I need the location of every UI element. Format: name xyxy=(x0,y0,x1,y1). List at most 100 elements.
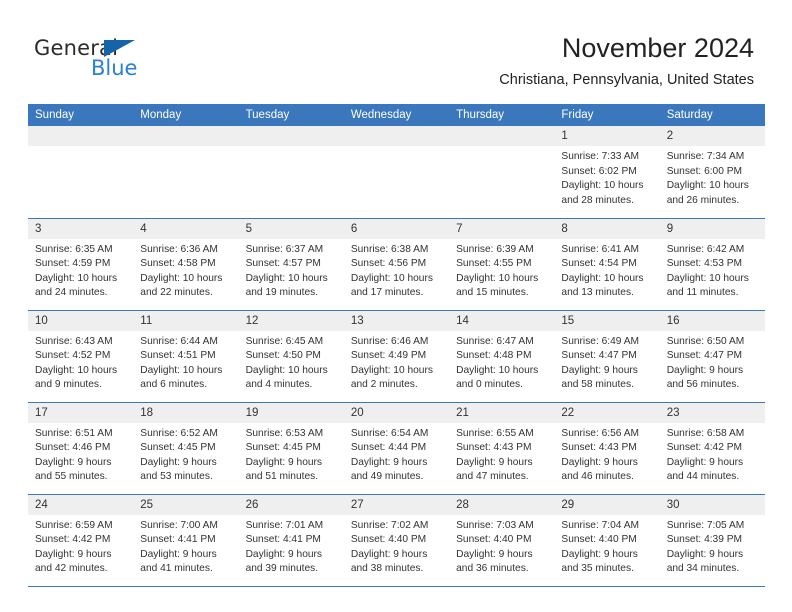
day-number: 23 xyxy=(659,402,765,423)
calendar-day-cell[interactable]: 28 Sunrise: 7:03 AM Sunset: 4:40 PM Dayligh… xyxy=(449,494,555,587)
general-blue-logo[interactable]: General Blue xyxy=(34,36,164,82)
daylight-duration-line2: and 55 minutes. xyxy=(35,471,108,483)
sunrise-time: Sunrise: 7:03 AM xyxy=(456,519,534,531)
day-details: Sunrise: 7:05 AM Sunset: 4:39 PM Daylight:… xyxy=(660,515,765,577)
daylight-duration-line1: Daylight: 9 hours xyxy=(561,548,638,560)
day-details: Sunrise: 6:53 AM Sunset: 4:45 PM Daylight:… xyxy=(239,423,344,485)
sunset-time: Sunset: 4:48 PM xyxy=(456,350,532,362)
daylight-duration-line1: Daylight: 9 hours xyxy=(140,548,217,560)
calendar-day-cell[interactable]: 1 Sunrise: 7:33 AM Sunset: 6:02 PM Daylight… xyxy=(554,126,660,219)
sunset-time: Sunset: 4:39 PM xyxy=(666,534,743,546)
daylight-duration-line2: and 19 minutes. xyxy=(245,287,319,299)
day-details: Sunrise: 6:58 AM Sunset: 4:42 PM Daylight:… xyxy=(660,423,765,485)
day-details: Sunrise: 7:34 AM Sunset: 6:00 PM Daylight:… xyxy=(660,146,765,208)
daylight-duration-line1: Daylight: 10 hours xyxy=(245,364,328,376)
day-details: Sunrise: 7:03 AM Sunset: 4:40 PM Daylight:… xyxy=(449,515,554,577)
calendar-day-cell-empty xyxy=(28,126,134,219)
day-details: Sunrise: 6:46 AM Sunset: 4:49 PM Daylight:… xyxy=(344,331,449,393)
calendar-day-cell[interactable]: 17 Sunrise: 6:51 AM Sunset: 4:46 PM Dayligh… xyxy=(28,402,134,495)
sunrise-time: Sunrise: 6:56 AM xyxy=(561,427,639,439)
sunrise-time: Sunrise: 6:58 AM xyxy=(666,427,745,439)
calendar-day-cell[interactable]: 4 Sunrise: 6:36 AM Sunset: 4:58 PM Daylight… xyxy=(133,218,239,311)
calendar-day-cell[interactable]: 10 Sunrise: 6:43 AM Sunset: 4:52 PM Dayligh… xyxy=(28,310,134,403)
day-details: Sunrise: 6:47 AM Sunset: 4:48 PM Daylight:… xyxy=(449,331,554,393)
daylight-duration-line1: Daylight: 10 hours xyxy=(666,272,749,284)
sunrise-time: Sunrise: 6:59 AM xyxy=(35,519,113,531)
calendar-day-cell[interactable]: 14 Sunrise: 6:47 AM Sunset: 4:48 PM Dayligh… xyxy=(449,310,555,403)
calendar-day-cell[interactable]: 30 Sunrise: 7:05 AM Sunset: 4:39 PM Dayligh… xyxy=(659,494,765,587)
day-details: Sunrise: 7:04 AM Sunset: 4:40 PM Daylight:… xyxy=(554,515,659,577)
day-details: Sunrise: 6:42 AM Sunset: 4:53 PM Daylight:… xyxy=(660,239,765,301)
daylight-duration-line1: Daylight: 9 hours xyxy=(245,548,323,560)
calendar-day-cell[interactable]: 18 Sunrise: 6:52 AM Sunset: 4:45 PM Dayligh… xyxy=(133,402,239,495)
sunset-time: Sunset: 4:47 PM xyxy=(666,350,743,362)
calendar-day-cell[interactable]: 27 Sunrise: 7:02 AM Sunset: 4:40 PM Dayligh… xyxy=(343,494,450,587)
calendar-day-cell[interactable]: 8 Sunrise: 6:41 AM Sunset: 4:54 PM Daylight… xyxy=(554,218,660,311)
calendar-day-cell[interactable]: 13 Sunrise: 6:46 AM Sunset: 4:49 PM Dayligh… xyxy=(343,310,450,403)
sunset-time: Sunset: 6:02 PM xyxy=(561,165,637,177)
daylight-duration-line1: Daylight: 9 hours xyxy=(35,456,112,468)
calendar-day-cell[interactable]: 9 Sunrise: 6:42 AM Sunset: 4:53 PM Daylight… xyxy=(659,218,765,311)
calendar-day-cell[interactable]: 16 Sunrise: 6:50 AM Sunset: 4:47 PM Dayligh… xyxy=(659,310,765,403)
daylight-duration-line2: and 0 minutes. xyxy=(456,379,523,391)
daylight-duration-line2: and 58 minutes. xyxy=(561,379,634,391)
daylight-duration-line2: and 42 minutes. xyxy=(35,563,108,575)
calendar-day-cell[interactable]: 19 Sunrise: 6:53 AM Sunset: 4:45 PM Dayligh… xyxy=(238,402,344,495)
calendar-day-cell[interactable]: 7 Sunrise: 6:39 AM Sunset: 4:55 PM Daylight… xyxy=(449,218,555,311)
sunset-time: Sunset: 4:41 PM xyxy=(140,534,216,546)
daylight-duration-line1: Daylight: 10 hours xyxy=(35,272,118,284)
sunrise-time: Sunrise: 7:05 AM xyxy=(666,519,745,531)
daylight-duration-line2: and 39 minutes. xyxy=(245,563,319,575)
calendar-day-cell[interactable]: 15 Sunrise: 6:49 AM Sunset: 4:47 PM Dayligh… xyxy=(554,310,660,403)
day-number: 5 xyxy=(238,218,344,239)
day-details: Sunrise: 7:33 AM Sunset: 6:02 PM Daylight:… xyxy=(554,146,659,208)
calendar-day-cell[interactable]: 21 Sunrise: 6:55 AM Sunset: 4:43 PM Dayligh… xyxy=(449,402,555,495)
sunset-time: Sunset: 6:00 PM xyxy=(666,165,743,177)
day-details: Sunrise: 6:50 AM Sunset: 4:47 PM Daylight:… xyxy=(660,331,765,393)
daylight-duration-line1: Daylight: 9 hours xyxy=(140,456,217,468)
sunrise-time: Sunrise: 7:33 AM xyxy=(561,151,639,162)
calendar-day-cell[interactable]: 12 Sunrise: 6:45 AM Sunset: 4:50 PM Dayligh… xyxy=(238,310,344,403)
day-number: 22 xyxy=(554,402,660,423)
sunset-time: Sunset: 4:40 PM xyxy=(561,534,637,546)
sunrise-time: Sunrise: 6:42 AM xyxy=(666,243,745,255)
calendar-day-cell[interactable]: 24 Sunrise: 6:59 AM Sunset: 4:42 PM Dayligh… xyxy=(28,494,134,587)
sunrise-time: Sunrise: 6:52 AM xyxy=(140,427,218,439)
daylight-duration-line2: and 22 minutes. xyxy=(140,287,213,299)
sunset-time: Sunset: 4:45 PM xyxy=(245,442,321,454)
calendar-day-cell[interactable]: 11 Sunrise: 6:44 AM Sunset: 4:51 PM Dayligh… xyxy=(133,310,239,403)
calendar-day-cell[interactable]: 26 Sunrise: 7:01 AM Sunset: 4:41 PM Dayligh… xyxy=(238,494,344,587)
page-title: November 2024 xyxy=(561,33,754,63)
calendar-day-cell[interactable]: 20 Sunrise: 6:54 AM Sunset: 4:44 PM Dayligh… xyxy=(343,402,450,495)
sunrise-time: Sunrise: 6:43 AM xyxy=(35,335,113,347)
daylight-duration-line1: Daylight: 9 hours xyxy=(35,548,112,560)
day-number: 14 xyxy=(449,310,555,331)
calendar-day-cell-empty xyxy=(133,126,239,219)
daylight-duration-line1: Daylight: 10 hours xyxy=(140,272,223,284)
day-number: 20 xyxy=(343,402,450,423)
calendar-day-cell[interactable]: 2 Sunrise: 7:34 AM Sunset: 6:00 PM Daylight… xyxy=(659,126,765,219)
calendar-day-cell[interactable]: 3 Sunrise: 6:35 AM Sunset: 4:59 PM Daylight… xyxy=(28,218,134,311)
day-number: 2 xyxy=(659,126,765,146)
day-number: 18 xyxy=(133,402,239,423)
calendar-day-cell[interactable]: 5 Sunrise: 6:37 AM Sunset: 4:57 PM Daylight… xyxy=(238,218,344,311)
calendar-day-cell[interactable]: 29 Sunrise: 7:04 AM Sunset: 4:40 PM Dayligh… xyxy=(554,494,660,587)
daylight-duration-line2: and 51 minutes. xyxy=(245,471,319,483)
calendar-day-cell-empty xyxy=(238,126,344,219)
daylight-duration-line2: and 2 minutes. xyxy=(350,379,418,391)
day-number xyxy=(238,126,344,146)
sunrise-time: Sunrise: 7:34 AM xyxy=(666,151,745,162)
weekday-header-thursday: Thursday xyxy=(449,104,555,126)
day-number: 17 xyxy=(28,402,134,423)
day-details: Sunrise: 6:39 AM Sunset: 4:55 PM Daylight:… xyxy=(449,239,554,301)
daylight-duration-line2: and 36 minutes. xyxy=(456,563,529,575)
calendar-day-cell[interactable]: 22 Sunrise: 6:56 AM Sunset: 4:43 PM Dayligh… xyxy=(554,402,660,495)
sunrise-time: Sunrise: 6:41 AM xyxy=(561,243,639,255)
sunrise-time: Sunrise: 7:04 AM xyxy=(561,519,639,531)
calendar-day-cell[interactable]: 25 Sunrise: 7:00 AM Sunset: 4:41 PM Dayligh… xyxy=(133,494,239,587)
calendar-day-cell[interactable]: 6 Sunrise: 6:38 AM Sunset: 4:56 PM Daylight… xyxy=(343,218,450,311)
day-details: Sunrise: 6:55 AM Sunset: 4:43 PM Daylight:… xyxy=(449,423,554,485)
calendar-day-cell[interactable]: 23 Sunrise: 6:58 AM Sunset: 4:42 PM Dayligh… xyxy=(659,402,765,495)
weekday-header-friday: Friday xyxy=(554,104,660,126)
day-number: 11 xyxy=(133,310,239,331)
